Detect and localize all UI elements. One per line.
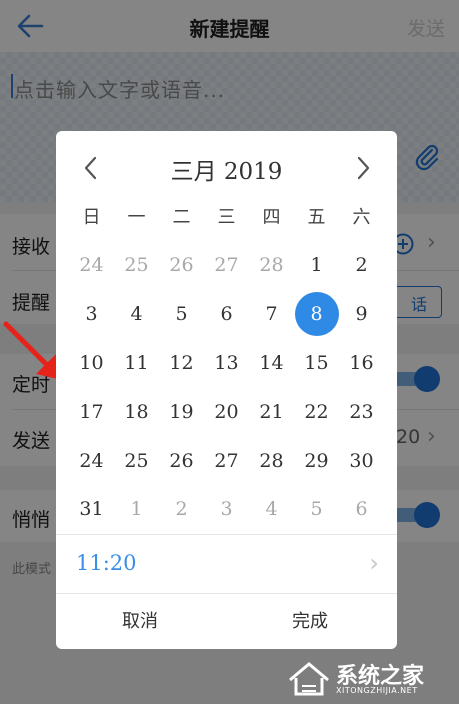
date-picker-dialog: 三月 2019 日 一 二 三 四 五 六 24 25 26 27 28 1 2… <box>56 131 397 649</box>
calendar-day[interactable]: 17 <box>69 387 114 436</box>
month-title: 三月 2019 <box>170 159 283 185</box>
calendar-day[interactable]: 27 <box>204 241 249 290</box>
time-value: 11:20 <box>76 551 137 575</box>
weekday-label: 五 <box>307 207 326 228</box>
calendar-day[interactable]: 1 <box>294 241 339 290</box>
calendar-week-row: 31 1 2 3 4 5 6 <box>69 485 384 534</box>
calendar-day[interactable]: 4 <box>249 485 294 534</box>
calendar-day[interactable]: 4 <box>114 290 159 339</box>
calendar-day[interactable]: 5 <box>294 485 339 534</box>
calendar-day[interactable]: 21 <box>249 387 294 436</box>
calendar-day[interactable]: 25 <box>114 241 159 290</box>
calendar-day[interactable]: 28 <box>249 436 294 485</box>
calendar-day-selected[interactable]: 8 <box>294 290 339 339</box>
calendar-day[interactable]: 30 <box>339 436 384 485</box>
calendar-day[interactable]: 20 <box>204 387 249 436</box>
calendar-day[interactable]: 3 <box>69 290 114 339</box>
chevron-right-icon: › <box>369 549 379 577</box>
calendar-day[interactable]: 7 <box>249 290 294 339</box>
house-logo-icon <box>289 662 329 696</box>
calendar-day[interactable]: 27 <box>204 436 249 485</box>
calendar-day[interactable]: 29 <box>294 436 339 485</box>
weekday-label: 三 <box>217 207 236 228</box>
watermark-url: XITONGZHIJIA.NET <box>336 686 418 695</box>
calendar-day[interactable]: 13 <box>204 339 249 388</box>
calendar-day[interactable]: 15 <box>294 339 339 388</box>
calendar-day[interactable]: 12 <box>159 339 204 388</box>
confirm-button[interactable]: 完成 <box>292 607 328 633</box>
calendar-day[interactable]: 3 <box>204 485 249 534</box>
calendar-day[interactable]: 31 <box>69 485 114 534</box>
calendar-day[interactable]: 11 <box>114 339 159 388</box>
calendar-day[interactable]: 5 <box>159 290 204 339</box>
calendar-day[interactable]: 2 <box>159 485 204 534</box>
calendar-day[interactable]: 23 <box>339 387 384 436</box>
calendar-day[interactable]: 2 <box>339 241 384 290</box>
time-selector[interactable]: 11:20 › <box>56 534 397 594</box>
calendar-grid: 24 25 26 27 28 1 2 3 4 5 6 7 8 9 10 11 1… <box>69 241 384 534</box>
calendar-day[interactable]: 24 <box>69 241 114 290</box>
weekday-label: 一 <box>127 207 146 228</box>
weekday-label: 二 <box>172 207 191 228</box>
watermark: 系统之家 XITONGZHIJIA.NET <box>286 656 456 702</box>
calendar-day[interactable]: 19 <box>159 387 204 436</box>
weekday-label: 四 <box>262 207 281 228</box>
calendar-day[interactable]: 16 <box>339 339 384 388</box>
cancel-button[interactable]: 取消 <box>122 607 158 633</box>
calendar-day[interactable]: 6 <box>204 290 249 339</box>
calendar-day[interactable]: 26 <box>159 436 204 485</box>
weekday-label: 六 <box>352 207 371 228</box>
calendar-day[interactable]: 18 <box>114 387 159 436</box>
calendar-week-row: 10 11 12 13 14 15 16 <box>69 339 384 388</box>
weekday-label: 日 <box>82 207 101 228</box>
calendar-day[interactable]: 24 <box>69 436 114 485</box>
next-month-icon[interactable] <box>348 151 378 185</box>
calendar-week-row: 17 18 19 20 21 22 23 <box>69 387 384 436</box>
calendar-day[interactable]: 9 <box>339 290 384 339</box>
calendar-day[interactable]: 26 <box>159 241 204 290</box>
calendar-day[interactable]: 25 <box>114 436 159 485</box>
calendar-week-row: 24 25 26 27 28 29 30 <box>69 436 384 485</box>
calendar-day[interactable]: 28 <box>249 241 294 290</box>
weekday-header: 日 一 二 三 四 五 六 <box>69 203 384 233</box>
calendar-week-row: 3 4 5 6 7 8 9 <box>69 290 384 339</box>
calendar-day[interactable]: 10 <box>69 339 114 388</box>
calendar-week-row: 24 25 26 27 28 1 2 <box>69 241 384 290</box>
calendar-day[interactable]: 14 <box>249 339 294 388</box>
calendar-day[interactable]: 22 <box>294 387 339 436</box>
calendar-day[interactable]: 6 <box>339 485 384 534</box>
calendar-day[interactable]: 1 <box>114 485 159 534</box>
